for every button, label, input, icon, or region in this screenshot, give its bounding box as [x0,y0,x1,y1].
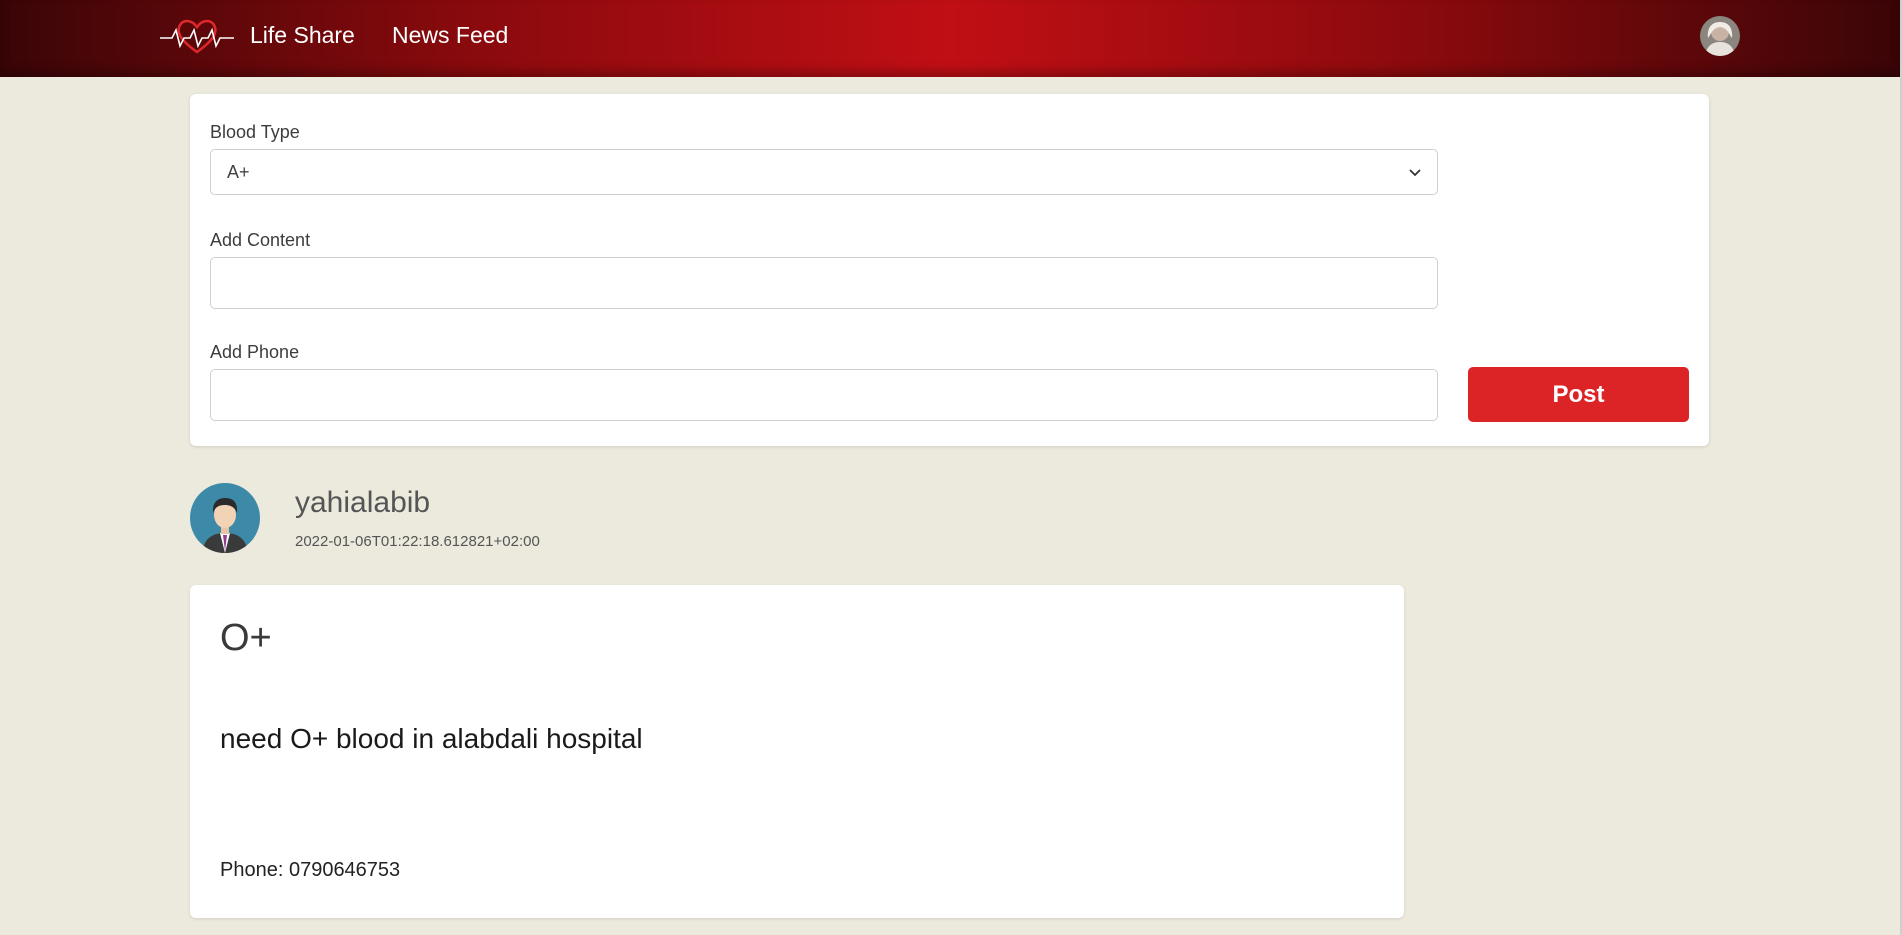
blood-type-label: Blood Type [210,122,300,142]
post-author-name[interactable]: yahialabib [295,486,430,520]
content-input[interactable] [210,257,1438,309]
post-timestamp: 2022-01-06T01:22:18.612821+02:00 [295,533,540,550]
post-button[interactable]: Post [1468,367,1689,422]
create-post-form: Blood Type A+ Add Content Add Phone Post [190,94,1709,446]
top-navbar: Life Share News Feed [0,0,1900,77]
user-avatar[interactable] [1700,16,1740,56]
phone-label: Add Phone [210,342,300,362]
heart-pulse-icon[interactable] [158,16,236,56]
blood-type-selected-value: A+ [227,161,250,182]
post-author-avatar [190,483,260,553]
brand-link[interactable]: Life Share [250,22,355,49]
post-card: O+ need O+ blood in alabdali hospital Ph… [190,585,1404,918]
post-content: need O+ blood in alabdali hospital [220,723,643,754]
post-phone: Phone: 0790646753 [220,859,401,881]
chevron-down-icon [1409,169,1421,177]
content-label: Add Content [210,230,311,250]
blood-type-select[interactable]: A+ [210,149,1438,195]
post-blood-type: O+ [220,617,272,659]
news-feed-link[interactable]: News Feed [392,22,508,49]
phone-input[interactable] [210,369,1438,421]
